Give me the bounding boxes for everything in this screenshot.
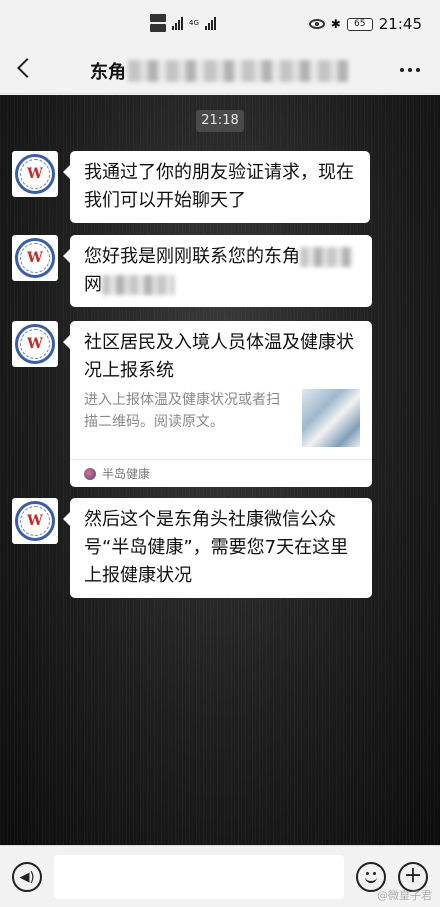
input-bar: ◀) + @微皇子君 (0, 845, 440, 907)
network-type-label: 4G (189, 19, 199, 27)
message-text: 然后这个是东角头社康微信公众号“半岛健康”，需要您7天在这里上报健康状况 (84, 509, 349, 586)
status-bar: 4G ✱ 65 21:45 (0, 0, 440, 48)
message-text: 我通过了你的朋友验证请求，现在我们可以开始聊天了 (84, 162, 354, 211)
back-icon[interactable] (17, 58, 37, 78)
redacted-text-blur (300, 247, 352, 267)
watermark: @微皇子君 (377, 889, 432, 902)
avatar[interactable]: W (12, 235, 58, 281)
clock: 21:45 (378, 15, 422, 33)
avatar[interactable]: W (12, 498, 58, 544)
official-account-icon (84, 467, 96, 480)
article-source: 半岛健康 (70, 459, 372, 487)
battery-icon: 65 (346, 17, 373, 31)
chat-area[interactable]: 21:18 W 我通过了你的朋友验证请求，现在我们可以开始聊天了 W 您好我是刚… (0, 95, 440, 845)
bluetooth-icon: ✱ (330, 17, 341, 31)
message-bubble[interactable]: 您好我是刚刚联系您的东角 网 (63, 235, 372, 307)
chat-title: 东角 (90, 62, 126, 83)
avatar[interactable]: W (12, 151, 58, 197)
article-description: 进入上报体温及健康状况或者扫描二维码。阅读原文。 (84, 392, 280, 430)
more-options-icon[interactable] (400, 68, 420, 72)
chat-header: 东角 (0, 48, 440, 94)
sim-card-icon (150, 14, 166, 32)
article-title: 社区居民及入境人员体温及健康状况上报系统 (84, 332, 354, 381)
message-bubble[interactable]: 然后这个是东角头社康微信公众号“半岛健康”，需要您7天在这里上报健康状况 (63, 498, 372, 598)
article-account-name: 半岛健康 (102, 466, 151, 481)
message-bubble[interactable]: 我通过了你的朋友验证请求，现在我们可以开始聊天了 (63, 151, 370, 223)
avatar[interactable]: W (12, 321, 58, 367)
signal-strength-icon-2 (204, 16, 216, 30)
eye-icon (308, 19, 325, 29)
message-input[interactable] (54, 855, 344, 899)
message-timestamp: 21:18 (196, 110, 244, 132)
redacted-title-blur (128, 60, 348, 82)
message-text-line2: 网 (84, 274, 102, 295)
signal-strength-icon (172, 16, 183, 30)
voice-input-icon[interactable]: ◀) (12, 862, 42, 892)
article-thumbnail (302, 389, 360, 447)
article-card[interactable]: 社区居民及入境人员体温及健康状况上报系统 进入上报体温及健康状况或者扫描二维码。… (63, 321, 372, 487)
redacted-text-blur (102, 275, 174, 295)
signal-group: 4G (150, 14, 216, 32)
message-text: 您好我是刚刚联系您的东角 (84, 246, 300, 267)
